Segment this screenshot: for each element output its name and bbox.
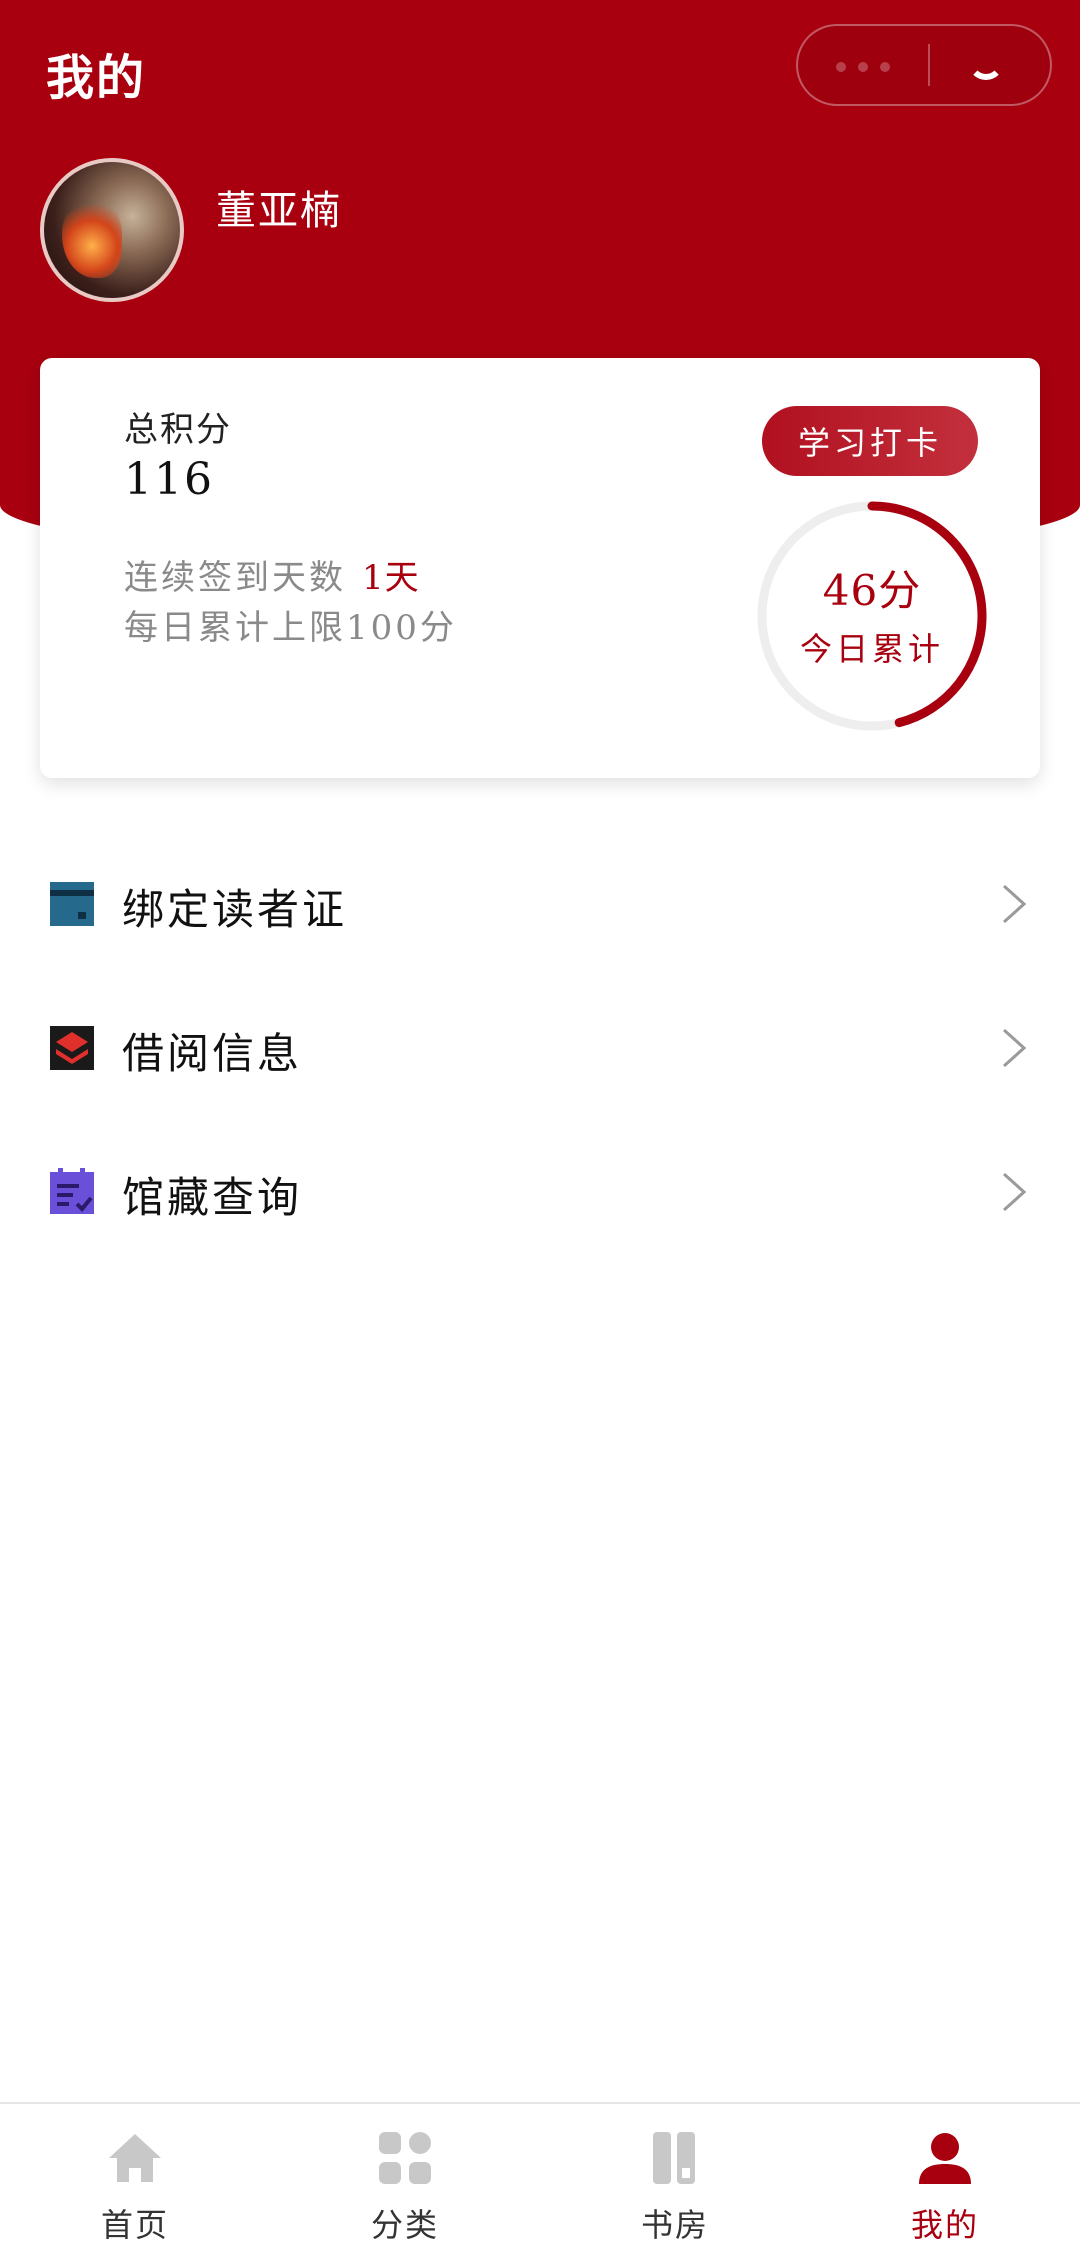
bookshelf-icon <box>653 2132 695 2184</box>
daily-limit-text: 每日累计上限100分 <box>124 608 457 648</box>
streak-label: 连续签到天数 <box>124 558 346 598</box>
mini-program-capsule <box>796 24 1052 106</box>
home-icon <box>109 2134 161 2182</box>
study-checkin-button[interactable]: 学习打卡 <box>762 406 978 476</box>
user-name: 董亚楠 <box>216 188 342 234</box>
tab-bookshelf[interactable]: 书房 <box>540 2104 810 2254</box>
streak-days: 1天 <box>362 558 420 598</box>
user-icon <box>919 2133 971 2184</box>
chevron-right-icon <box>1002 1172 1027 1212</box>
tab-home[interactable]: 首页 <box>0 2104 270 2254</box>
close-mini-program-button[interactable] <box>930 26 1050 104</box>
close-icon <box>968 44 1004 80</box>
menu-item-bind-reader-card[interactable]: 绑定读者证 <box>0 848 1080 958</box>
menu-item-label: 馆藏查询 <box>122 1173 303 1222</box>
avatar[interactable] <box>40 158 184 302</box>
total-points-value: 116 <box>124 454 214 505</box>
total-points-label: 总积分 <box>124 410 232 450</box>
reader-card-icon <box>50 882 94 926</box>
borrow-layers-icon <box>50 1026 94 1070</box>
tab-mine[interactable]: 我的 <box>810 2104 1080 2254</box>
menu-item-label: 借阅信息 <box>122 1029 303 1078</box>
tab-category[interactable]: 分类 <box>270 2104 540 2254</box>
more-options-button[interactable] <box>798 26 928 104</box>
today-score-label: 今日累计 <box>799 629 944 668</box>
page-title: 我的 <box>46 50 147 106</box>
chevron-right-icon <box>1002 1028 1027 1068</box>
bottom-tab-bar: 首页 分类 书房 我的 <box>0 2102 1080 2254</box>
category-icon <box>379 2132 431 2184</box>
menu-item-collection-search[interactable]: 馆藏查询 <box>0 1136 1080 1246</box>
today-score-display: 46分 今日累计 <box>752 496 992 736</box>
menu-item-label: 绑定读者证 <box>122 885 348 934</box>
points-card: 总积分 116 连续签到天数 1天 每日累计上限100分 学习打卡 46分 今日累… <box>40 358 1040 778</box>
chevron-right-icon <box>1002 884 1027 924</box>
tab-label: 书房 <box>640 2206 709 2244</box>
tab-label: 首页 <box>100 2206 169 2244</box>
today-score: 46分 <box>822 565 922 615</box>
checkin-streak: 连续签到天数 1天 <box>124 550 420 599</box>
tab-label: 分类 <box>370 2206 439 2244</box>
collection-search-icon <box>50 1168 94 1214</box>
tab-label: 我的 <box>910 2206 979 2244</box>
menu-item-borrow-info[interactable]: 借阅信息 <box>0 992 1080 1102</box>
